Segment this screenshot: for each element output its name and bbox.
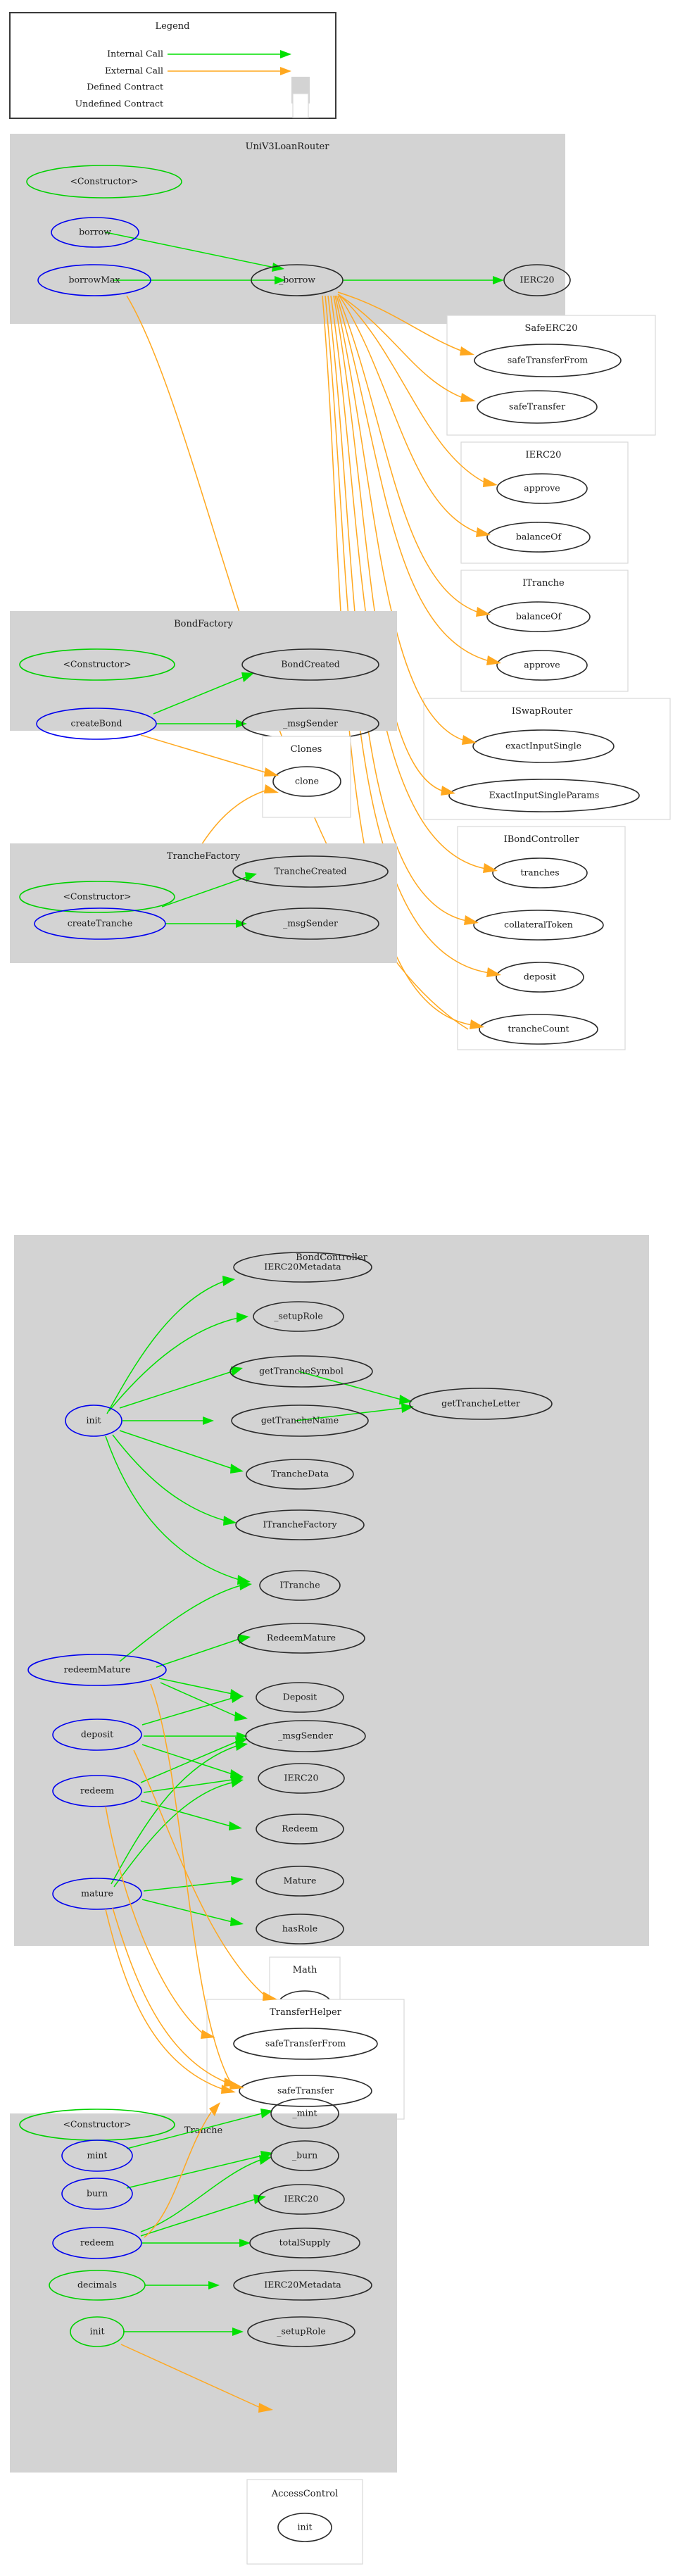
- node-label: <Constructor>: [70, 176, 138, 187]
- cluster-clones-title: Clones: [291, 744, 322, 755]
- node-label: redeem: [80, 2237, 114, 2248]
- node-label: getTrancheLetter: [441, 1398, 520, 1409]
- node-label: approve: [524, 483, 560, 494]
- node-label: deposit: [524, 972, 556, 982]
- cluster-tranche: Tranche: [10, 2113, 397, 2473]
- node-label: safeTransferFrom: [265, 2038, 346, 2049]
- cluster-bondfactory-title: BondFactory: [174, 619, 234, 629]
- edge-createBond-to-clone: [140, 734, 268, 774]
- node-label: burn: [87, 2188, 108, 2199]
- node-label: totalSupply: [279, 2237, 332, 2248]
- node-label: safeTransfer: [509, 401, 565, 412]
- node-label: ITranche: [279, 1580, 320, 1590]
- node-label: Deposit: [283, 1692, 317, 1702]
- node-label: createBond: [70, 718, 122, 729]
- cluster-iswaprouter-title: ISwapRouter: [512, 706, 573, 717]
- node-label: RedeemMature: [267, 1633, 336, 1643]
- node-label: borrowMax: [68, 275, 120, 285]
- legend: Legend Internal Call External Call Defin…: [9, 12, 336, 119]
- cluster-math-title: Math: [293, 1965, 317, 1975]
- cluster-safeerc20: SafeERC20: [446, 315, 656, 436]
- node-label: exactInputSingle: [505, 741, 581, 751]
- node-label: IERC20: [520, 275, 555, 285]
- node-label: <Constructor>: [63, 2119, 131, 2130]
- node-label: decimals: [77, 2280, 117, 2290]
- node-label: deposit: [81, 1729, 113, 1740]
- node-label: getTrancheName: [261, 1415, 339, 1426]
- cluster-ierc20-title: IERC20: [526, 450, 562, 460]
- node-label: ITrancheFactory: [263, 1519, 337, 1530]
- cluster-tranchefactory-title: TrancheFactory: [167, 851, 241, 862]
- node-label: IERC20: [284, 2194, 319, 2204]
- cluster-tranchefactory: TrancheFactory: [10, 843, 397, 963]
- node-label: <Constructor>: [63, 891, 131, 902]
- node-label: getTrancheSymbol: [259, 1366, 344, 1376]
- cluster-tranche-title: Tranche: [184, 2125, 223, 2136]
- node-label: collateralToken: [504, 919, 573, 930]
- cluster-bondfactory: BondFactory: [10, 611, 397, 731]
- node-label: balanceOf: [516, 611, 562, 622]
- node-label: <Constructor>: [63, 659, 131, 670]
- node-label: safeTransfer: [277, 2085, 334, 2096]
- legend-title: Legend: [155, 21, 189, 32]
- node-label: TrancheCreated: [274, 866, 346, 877]
- cluster-itranche: ITranche: [460, 570, 629, 692]
- cluster-ibondcontroller: IBondController: [457, 826, 626, 1050]
- node-label: clone: [295, 776, 319, 786]
- node-label: _msgSender: [278, 1730, 333, 1741]
- node-label: TrancheData: [271, 1469, 329, 1479]
- cluster-ibondcontroller-bg: [457, 826, 626, 1050]
- legend-label-external-call: External Call: [105, 65, 163, 76]
- node-label: tranches: [520, 867, 559, 878]
- node-label: _msgSender: [283, 918, 338, 929]
- legend-label-undefined-contract: Undefined Contract: [75, 99, 163, 109]
- node-label: trancheCount: [508, 1024, 569, 1034]
- node-label: _setupRole: [274, 1311, 322, 1321]
- node-label: init: [89, 2326, 104, 2337]
- node-label: _mint: [292, 2108, 317, 2118]
- node-label: BondCreated: [281, 659, 340, 670]
- cluster-transferhelper-title: TransferHelper: [270, 2007, 342, 2018]
- node-label: _msgSender: [283, 718, 338, 729]
- node-label: IERC20: [284, 1773, 319, 1783]
- node-label: mint: [87, 2150, 108, 2161]
- cluster-safeerc20-title: SafeERC20: [525, 323, 578, 334]
- node-label: safeTransferFrom: [508, 355, 588, 365]
- node-label: init: [297, 2522, 312, 2532]
- node-label: IERC20Metadata: [264, 2280, 341, 2290]
- call-graph-diagram: Legend Internal Call External Call Defin…: [0, 0, 680, 2576]
- node-label: Redeem: [282, 1823, 318, 1834]
- cluster-tranche-bg: [10, 2113, 397, 2473]
- node-label: Mature: [284, 1876, 317, 1886]
- node-label: ExactInputSingleParams: [489, 790, 600, 800]
- node-label: redeem: [80, 1785, 114, 1796]
- node-label: redeemMature: [64, 1664, 131, 1675]
- node-label: approve: [524, 660, 560, 670]
- cluster-ierc20: IERC20: [460, 441, 629, 564]
- cluster-ibondcontroller-title: IBondController: [504, 834, 580, 845]
- cluster-univ3loanrouter-title: UniV3LoanRouter: [246, 142, 330, 152]
- node-label: createTranche: [68, 918, 133, 929]
- node-label: hasRole: [282, 1923, 317, 1934]
- cluster-accesscontrol-title: AccessControl: [271, 2489, 339, 2499]
- node-label: init: [86, 1415, 101, 1426]
- legend-label-internal-call: Internal Call: [107, 49, 163, 59]
- node-label: _setupRole: [277, 2326, 325, 2337]
- node-label: balanceOf: [516, 532, 562, 542]
- node-label: mature: [81, 1888, 113, 1899]
- legend-label-defined-contract: Defined Contract: [87, 82, 163, 92]
- node-label: _burn: [292, 2150, 317, 2161]
- node-label: borrow: [79, 227, 111, 237]
- legend-undefined-contract-swatch: [292, 93, 309, 118]
- node-label: IERC20Metadata: [264, 1262, 341, 1272]
- node-label: _borrow: [279, 275, 315, 285]
- cluster-itranche-title: ITranche: [522, 578, 565, 589]
